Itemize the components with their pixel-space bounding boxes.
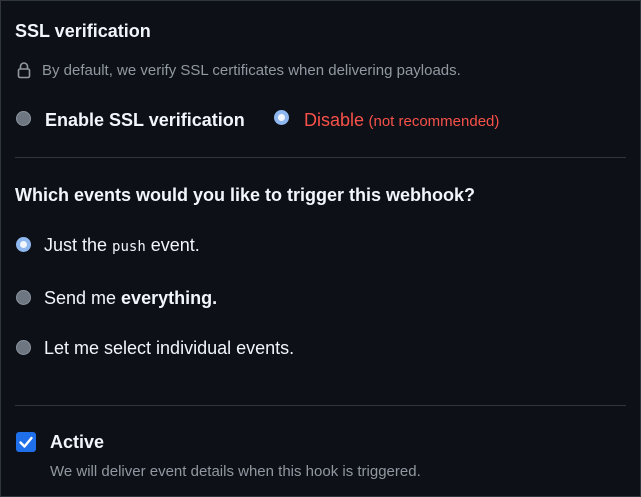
events-trigger-heading: Which events would you like to trigger t… [15,185,476,205]
webhook-settings-panel: SSL verification By default, we verify S… [0,0,641,497]
just-push-event-radio[interactable] [16,237,31,252]
just-push-suffix: event. [145,235,200,255]
push-code: push [112,239,146,255]
disable-ssl-text: Disable [304,110,365,130]
enable-ssl-radio[interactable] [16,111,31,126]
lock-icon [17,61,31,79]
send-everything-prefix: Send me [44,288,122,308]
section-divider [15,157,626,158]
select-individual-events-radio[interactable] [16,340,31,355]
active-label[interactable]: Active [50,432,104,453]
just-push-event-label[interactable]: Just the push event. [44,235,200,256]
ssl-verification-description: By default, we verify SSL certificates w… [42,62,461,79]
just-push-prefix: Just the [44,235,113,255]
send-everything-label[interactable]: Send me everything. [44,288,217,309]
ssl-verification-heading: SSL verification [15,21,151,41]
enable-ssl-label[interactable]: Enable SSL verification [45,110,245,131]
send-everything-bold: everything. [121,288,218,308]
disable-ssl-label[interactable]: Disable (not recommended) [304,110,499,131]
not-recommended-note: (not recommended) [368,113,500,130]
send-everything-radio[interactable] [16,290,31,305]
active-description: We will deliver event details when this … [50,463,421,480]
check-icon [19,436,33,448]
disable-ssl-radio[interactable] [274,110,289,125]
select-individual-events-label[interactable]: Let me select individual events. [44,338,294,359]
section-divider-2 [15,405,626,406]
active-checkbox[interactable] [16,432,36,452]
